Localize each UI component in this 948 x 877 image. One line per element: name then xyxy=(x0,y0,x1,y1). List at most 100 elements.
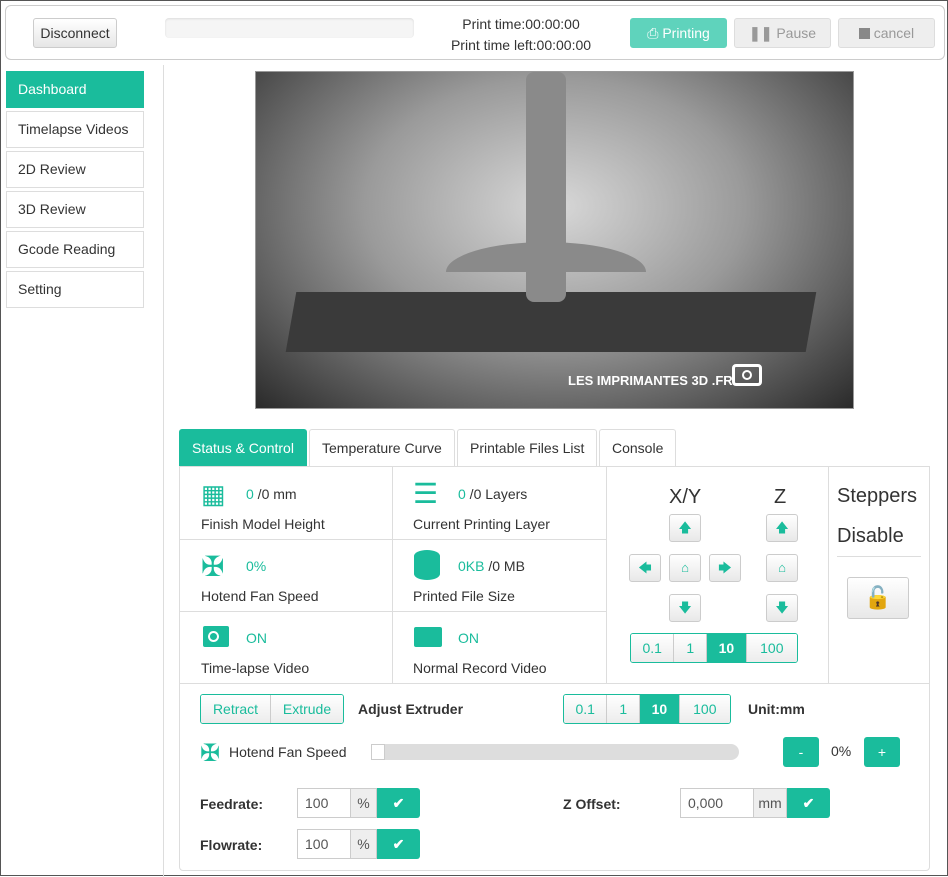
disconnect-button[interactable]: Disconnect xyxy=(33,18,117,48)
feedrate-unit: % xyxy=(351,788,377,818)
unlock-icon: 🔓 xyxy=(864,585,892,610)
pause-label: Pause xyxy=(776,25,817,41)
check-icon: ✔ xyxy=(392,836,405,852)
z-offset-apply-button[interactable]: ✔ xyxy=(787,788,830,818)
print-time-left-label: Print time left: xyxy=(450,37,537,53)
sidebar-item-setting[interactable]: Setting xyxy=(6,271,144,308)
unit-label: Unit:mm xyxy=(748,701,805,717)
fan-control-label: Hotend Fan Speed xyxy=(229,744,347,760)
snapshot-camera-icon[interactable] xyxy=(732,364,762,386)
retract-button[interactable]: Retract xyxy=(201,695,272,723)
grid-line xyxy=(179,611,606,612)
fan-speed-slider[interactable] xyxy=(371,744,739,760)
extrude-button[interactable]: Extrude xyxy=(271,695,343,723)
video-camera-icon xyxy=(414,627,442,647)
sidebar-item-timelapse-videos[interactable]: Timelapse Videos xyxy=(6,111,144,148)
stop-icon xyxy=(858,28,870,39)
camera-feed: LES IMPRIMANTES 3D .FR xyxy=(255,71,854,409)
cancel-label: cancel xyxy=(873,25,915,41)
timelapse-label: Time-lapse Video xyxy=(201,660,310,676)
fan-control-value: 0% xyxy=(831,743,852,759)
z-offset-input[interactable]: 0,000 xyxy=(680,788,754,818)
grid-line xyxy=(606,466,607,683)
grid-line xyxy=(828,466,829,683)
timelapse-value: ON xyxy=(246,630,267,646)
pause-button[interactable]: ❚❚ Pause xyxy=(734,18,831,48)
print-time-left: 00:00:00 xyxy=(536,37,592,53)
fan-icon: ✠ xyxy=(200,740,221,767)
sidebar-item-2d-review[interactable]: 2D Review xyxy=(6,151,144,188)
grid-line xyxy=(179,539,606,540)
fan-speed-value: 0% xyxy=(246,558,267,574)
unlock-steppers-button[interactable]: 🔓 xyxy=(847,577,909,619)
jog-step-0-1[interactable]: 0.1 xyxy=(631,634,675,662)
fan-speed-label: Hotend Fan Speed xyxy=(201,588,319,604)
feedrate-input[interactable]: 100 xyxy=(297,788,351,818)
steppers-divider xyxy=(837,556,921,557)
fan-decrease-button[interactable]: - xyxy=(783,737,819,767)
y-plus-button[interactable]: 🡅 xyxy=(669,514,701,542)
z-home-button[interactable]: ⌂ xyxy=(766,554,798,582)
disable-label: Disable xyxy=(837,525,904,547)
panel-divider xyxy=(179,683,930,684)
feedrate-apply-button[interactable]: ✔ xyxy=(377,788,420,818)
z-offset-unit: mm xyxy=(754,788,787,818)
extruder-step-0-1[interactable]: 0.1 xyxy=(564,695,608,723)
cubes-icon: ▦ xyxy=(201,479,226,509)
database-icon xyxy=(414,550,440,580)
z-axis-label: Z xyxy=(774,486,787,508)
extruder-step-100[interactable]: 100 xyxy=(679,695,730,723)
y-minus-button[interactable]: 🡇 xyxy=(669,594,701,622)
flowrate-input[interactable]: 100 xyxy=(297,829,351,859)
model-height-label: Finish Model Height xyxy=(201,516,325,532)
extruder-step-1[interactable]: 1 xyxy=(607,695,641,723)
sidebar-item-gcode-reading[interactable]: Gcode Reading xyxy=(6,231,144,268)
sidebar-item-3d-review[interactable]: 3D Review xyxy=(6,191,144,228)
layer-label: Current Printing Layer xyxy=(413,516,550,532)
tab-status-control[interactable]: Status & Control xyxy=(179,429,307,466)
cancel-button[interactable]: cancel xyxy=(838,18,935,48)
print-time-label: Print time: xyxy=(462,16,526,32)
fan-speed-slider-handle[interactable] xyxy=(371,744,385,760)
x-plus-button[interactable]: 🡆 xyxy=(709,554,741,582)
fan-increase-button[interactable]: + xyxy=(864,737,900,767)
jog-step-selector: 0.1 1 10 100 xyxy=(630,633,798,663)
printing-button[interactable]: ⎙ Printing xyxy=(630,18,727,48)
jog-step-1[interactable]: 1 xyxy=(674,634,708,662)
steppers-label: Steppers xyxy=(837,485,918,507)
flowrate-unit: % xyxy=(351,829,377,859)
file-size-value: 0KB /0 MB xyxy=(458,558,525,574)
layer-value: 0 /0 Layers xyxy=(458,486,528,502)
z-plus-button[interactable]: 🡅 xyxy=(766,514,798,542)
printed-model-base xyxy=(446,242,646,302)
xy-home-button[interactable]: ⌂ xyxy=(669,554,701,582)
extruder-step-selector: 0.1 1 10 100 xyxy=(563,694,731,724)
layers-icon: ☰ xyxy=(413,478,439,509)
record-label: Normal Record Video xyxy=(413,660,547,676)
jog-step-100[interactable]: 100 xyxy=(746,634,797,662)
pause-icon: ❚❚ xyxy=(748,25,777,41)
printer-icon: ⎙ xyxy=(647,25,663,41)
grid-line xyxy=(392,466,393,683)
printing-label: Printing xyxy=(662,25,710,41)
check-icon: ✔ xyxy=(802,795,815,811)
adjust-extruder-label: Adjust Extruder xyxy=(358,701,464,717)
jog-step-10[interactable]: 10 xyxy=(707,634,747,662)
fan-icon: ✠ xyxy=(201,551,225,582)
x-minus-button[interactable]: 🡄 xyxy=(629,554,661,582)
extruder-direction: Retract Extrude xyxy=(200,694,344,724)
sidebar-item-dashboard[interactable]: Dashboard xyxy=(6,71,144,108)
tab-temperature-curve[interactable]: Temperature Curve xyxy=(309,429,455,466)
camera-icon xyxy=(203,626,229,647)
extruder-step-10[interactable]: 10 xyxy=(640,695,680,723)
flowrate-label: Flowrate: xyxy=(200,837,263,853)
print-time: 00:00:00 xyxy=(525,16,580,32)
watermark-logo: LES IMPRIMANTES 3D .FR xyxy=(568,373,733,388)
z-minus-button[interactable]: 🡇 xyxy=(766,594,798,622)
flowrate-apply-button[interactable]: ✔ xyxy=(377,829,420,859)
z-offset-label: Z Offset: xyxy=(563,796,621,812)
print-times: Print time:00:00:00 Print time left:00:0… xyxy=(431,14,611,56)
tab-printable-files-list[interactable]: Printable Files List xyxy=(457,429,598,466)
tab-console[interactable]: Console xyxy=(599,429,677,466)
sidebar-divider xyxy=(163,65,164,877)
